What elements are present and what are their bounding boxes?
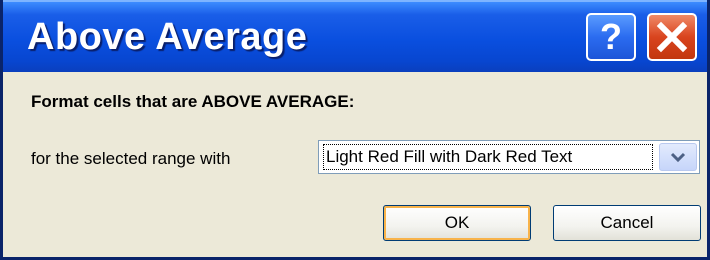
close-button[interactable]: [647, 13, 697, 61]
above-average-dialog: Above Average ? Format cells that are AB…: [0, 0, 710, 260]
range-label: for the selected range with: [31, 149, 231, 168]
help-button[interactable]: ?: [586, 13, 636, 61]
title-bar[interactable]: Above Average ?: [3, 0, 707, 72]
close-x-icon: [656, 21, 688, 53]
ok-button[interactable]: OK: [383, 205, 531, 241]
format-select-value: Light Red Fill with Dark Red Text: [323, 144, 653, 170]
window-title: Above Average: [27, 16, 308, 58]
format-select[interactable]: Light Red Fill with Dark Red Text: [318, 140, 700, 174]
help-question-icon: ?: [600, 16, 622, 57]
cancel-button[interactable]: Cancel: [553, 205, 701, 241]
dialog-heading: Format cells that are ABOVE AVERAGE:: [31, 92, 355, 111]
format-select-dropdown-button[interactable]: [659, 143, 697, 171]
dialog-body: Format cells that are ABOVE AVERAGE: for…: [3, 72, 707, 257]
chevron-down-icon: [670, 152, 686, 163]
